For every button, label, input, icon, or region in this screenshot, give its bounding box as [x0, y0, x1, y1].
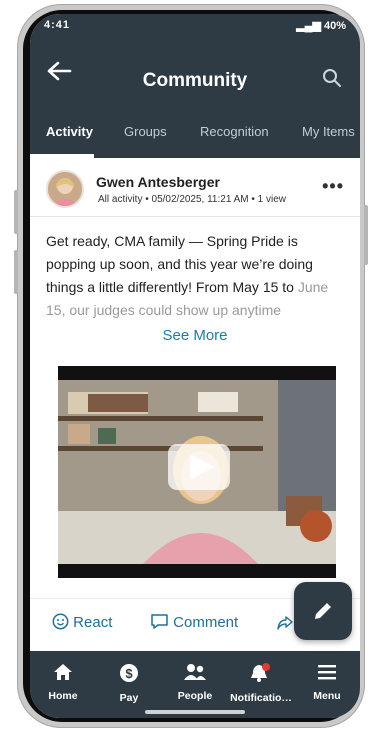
activity-feed: Gwen Antesberger All activity • 05/02/20… — [30, 158, 360, 651]
comment-button[interactable]: Comment — [150, 613, 238, 631]
home-icon — [54, 664, 72, 680]
page-title: Community — [142, 70, 248, 91]
react-button[interactable]: React — [52, 613, 112, 631]
nav-notifications-label: Notificatio… — [230, 692, 292, 704]
home-indicator[interactable] — [145, 710, 245, 714]
menu-icon — [318, 665, 336, 680]
nav-people-label: People — [177, 690, 213, 702]
more-options-icon[interactable]: ••• — [322, 176, 344, 197]
status-bar: 4:41 ▂▄▆ 40% — [30, 14, 360, 38]
nav-people[interactable]: People — [162, 663, 228, 702]
nav-pay-label: Pay — [119, 692, 139, 704]
pencil-icon — [315, 603, 331, 619]
post-meta: All activity • 05/02/2025, 11:21 AM • 1 … — [98, 194, 287, 205]
app-screen: 4:41 ▂▄▆ 40% Community Activity Groups R… — [30, 14, 360, 718]
nav-home[interactable]: Home — [30, 663, 96, 702]
nav-menu[interactable]: Menu — [294, 663, 360, 702]
phone-power-button — [364, 205, 368, 265]
search-icon[interactable] — [322, 68, 342, 88]
phone-side-button — [14, 250, 18, 294]
battery-percent: 40% — [323, 20, 346, 32]
svg-text:$: $ — [125, 666, 133, 681]
share-icon[interactable] — [276, 615, 294, 631]
video-thumbnail[interactable] — [58, 366, 336, 578]
nav-home-label: Home — [48, 690, 78, 702]
avatar[interactable] — [46, 170, 84, 208]
post-header: Gwen Antesberger All activity • 05/02/20… — [30, 158, 360, 217]
post-body: Get ready, CMA family — Spring Pride is … — [46, 230, 344, 322]
tab-activity[interactable]: Activity — [46, 124, 93, 139]
post-text: Get ready, CMA family — Spring Pride is … — [46, 233, 313, 295]
tab-recognition[interactable]: Recognition — [200, 124, 269, 139]
nav-menu-label: Menu — [313, 690, 341, 702]
people-icon — [184, 664, 206, 680]
comment-icon — [151, 614, 168, 629]
status-time: 4:41 — [44, 19, 71, 31]
see-more-link[interactable]: See More — [30, 327, 360, 344]
pay-icon: $ — [120, 664, 138, 682]
post-author[interactable]: Gwen Antesberger — [96, 174, 220, 190]
signal-icon: ▂▄▆ — [296, 20, 324, 32]
compose-post-button[interactable] — [294, 582, 352, 640]
comment-label: Comment — [173, 614, 239, 631]
bottom-navigation: Home $ Pay People Notificatio… Menu — [30, 651, 360, 718]
phone-side-button — [14, 190, 18, 234]
tab-groups[interactable]: Groups — [124, 124, 167, 139]
react-label: React — [73, 614, 113, 631]
smiley-icon — [52, 613, 69, 630]
status-battery: ▂▄▆ 40% — [296, 19, 346, 32]
video-frame-image — [58, 380, 336, 564]
notification-bell-icon — [251, 663, 270, 682]
tab-my-items[interactable]: My Items — [302, 124, 355, 139]
nav-pay[interactable]: $ Pay — [96, 663, 162, 704]
app-bar: Community — [30, 38, 360, 108]
nav-notifications[interactable]: Notificatio… — [228, 663, 294, 704]
tab-bar: Activity Groups Recognition My Items — [30, 108, 360, 158]
